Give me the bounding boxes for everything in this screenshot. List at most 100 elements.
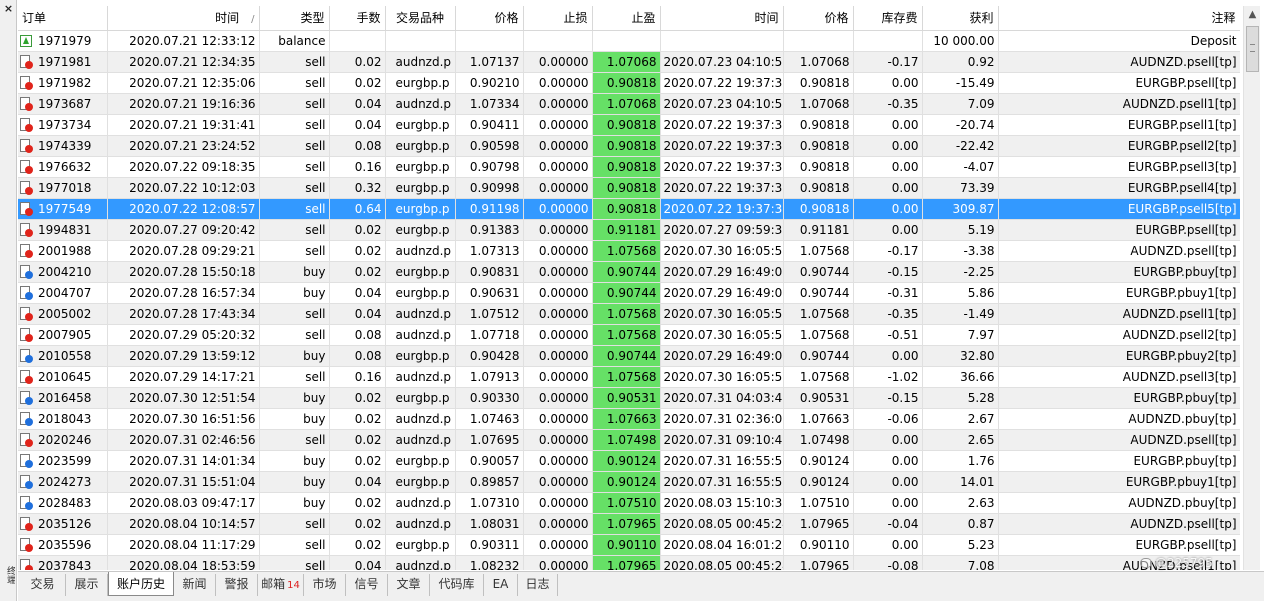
scroll-up-icon[interactable]: ▲ (1244, 6, 1261, 23)
tab-1[interactable]: 展示 (66, 574, 108, 596)
cell-text: 0.00000 (538, 264, 589, 279)
cell-text: 2005002 (38, 306, 92, 321)
cell-text: 7.09 (967, 96, 995, 111)
cell-text: -0.17 (887, 243, 919, 258)
table-row[interactable]: 2024273 2020.07.31 15:51:04 buy 0.04 eurgbp.… (18, 471, 1240, 493)
cell-text: 2020.07.21 19:31:41 (129, 117, 256, 132)
cell-text: 1971982 (38, 75, 92, 90)
tab-7[interactable]: 信号 (346, 574, 388, 596)
column-header-sl[interactable]: 止损 (523, 6, 593, 31)
column-header-close-price[interactable]: 价格 (783, 6, 854, 31)
tab-2[interactable]: 账户历史 (108, 572, 174, 596)
table-row[interactable]: 1994831 2020.07.27 09:20:42 sell 0.02 eurgbp… (18, 219, 1240, 241)
cell-sl: 0.00000 (523, 93, 593, 115)
column-header-tp[interactable]: 止盈 (592, 6, 661, 31)
table-row[interactable]: 2007905 2020.07.29 05:20:32 sell 0.08 audnzd… (18, 324, 1240, 346)
cell-text: sell (305, 201, 326, 216)
column-header-order[interactable]: 订单 (18, 6, 108, 31)
table-row[interactable]: 1977549 2020.07.22 12:08:57 sell 0.64 eurgbp… (18, 198, 1240, 220)
table-row[interactable]: 2005002 2020.07.28 17:43:34 sell 0.04 audnzd… (18, 303, 1240, 325)
column-header-open-price[interactable]: 价格 (455, 6, 524, 31)
column-header-symbol[interactable]: 交易品种 (385, 6, 456, 31)
cell-sl: 0.00000 (523, 534, 593, 556)
tab-4[interactable]: 警报 (216, 574, 258, 596)
table-row[interactable]: 2023599 2020.07.31 14:01:34 buy 0.02 eurgbp.… (18, 450, 1240, 472)
cell-text: 2020.08.05 00:45:24 (663, 516, 783, 531)
table-row[interactable]: 2001988 2020.07.28 09:29:21 sell 0.02 audnzd… (18, 240, 1240, 262)
table-row[interactable]: 2010645 2020.07.29 14:17:21 sell 0.16 audnzd… (18, 366, 1240, 388)
cell-text: EURGBP.pbuy[tp] (1133, 390, 1237, 405)
cell-text: 2020.07.29 16:49:01 (663, 285, 783, 300)
cell-text: 0.90831 (469, 264, 520, 279)
cell-text: 1.07965 (799, 558, 850, 571)
cell-text: -0.17 (887, 54, 919, 69)
tab-5[interactable]: 邮箱 14 (258, 574, 304, 596)
cell-open-time: 2020.07.31 15:51:04 (107, 471, 260, 493)
table-row[interactable]: 2035126 2020.08.04 10:14:57 sell 0.02 audnzd… (18, 513, 1240, 535)
tab-9[interactable]: 代码库 (430, 574, 484, 596)
cell-close-price: 1.07568 (783, 240, 854, 262)
cell-tp: 0.90744 (592, 345, 661, 367)
tab-10[interactable]: EA (484, 574, 518, 596)
tab-6[interactable]: 市场 (304, 574, 346, 596)
cell-text: AUDNZD.psell1[tp] (1122, 96, 1237, 111)
tab-8[interactable]: 文章 (388, 574, 430, 596)
table-row[interactable]: 2035596 2020.08.04 11:17:29 sell 0.02 eurgbp… (18, 534, 1240, 556)
cell-text: balance (278, 33, 326, 48)
cell-tp: 1.07068 (592, 51, 661, 73)
cell-open-price: 0.91198 (455, 198, 524, 220)
cell-text: eurgbp.p (395, 474, 450, 489)
cell-open-price: 1.07512 (455, 303, 524, 325)
table-row[interactable]: 1973687 2020.07.21 19:16:36 sell 0.04 audnzd… (18, 93, 1240, 115)
column-header-close-time[interactable]: 时间 (660, 6, 784, 31)
table-row[interactable]: 1971979 2020.07.21 12:33:12 balance 10 000.… (18, 30, 1240, 52)
cell-open-time: 2020.07.21 12:35:06 (107, 72, 260, 94)
column-header-comment[interactable]: 注释 (998, 6, 1240, 31)
cell-text: 2020.07.31 16:55:51 (663, 474, 783, 489)
cell-text: 1.07068 (606, 96, 657, 111)
cell-lots: 0.02 (329, 72, 386, 94)
table-row[interactable]: 2004210 2020.07.28 15:50:18 buy 0.02 eurgbp.… (18, 261, 1240, 283)
column-header-open-time[interactable]: 时间 / (107, 6, 260, 31)
cell-text: 0.02 (354, 264, 382, 279)
table-row[interactable]: 2010558 2020.07.29 13:59:12 buy 0.08 eurgbp.… (18, 345, 1240, 367)
tab-0[interactable]: 交易 (20, 574, 66, 596)
cell-close-time: 2020.07.23 04:10:51 (660, 93, 784, 115)
table-row[interactable]: 2018043 2020.07.30 16:51:56 buy 0.02 audnzd.… (18, 408, 1240, 430)
table-row[interactable]: 2020246 2020.07.31 02:46:56 sell 0.02 audnzd… (18, 429, 1240, 451)
table-row[interactable]: 1971982 2020.07.21 12:35:06 sell 0.02 eurgbp… (18, 72, 1240, 94)
table-row[interactable]: 1974339 2020.07.21 23:24:52 sell 0.08 eurgbp… (18, 135, 1240, 157)
cell-tp: 1.07068 (592, 93, 661, 115)
table-row[interactable]: 2016458 2020.07.30 12:51:54 buy 0.02 eurgbp.… (18, 387, 1240, 409)
cell-profit: 73.39 (922, 177, 999, 199)
cell-text: 0.16 (354, 159, 382, 174)
cell-open-price: 1.07463 (455, 408, 524, 430)
table-row[interactable]: 1971981 2020.07.21 12:34:35 sell 0.02 audnzd… (18, 51, 1240, 73)
table-row[interactable]: 1977018 2020.07.22 10:12:03 sell 0.32 eurgbp… (18, 177, 1240, 199)
column-header-type[interactable]: 类型 (259, 6, 330, 31)
vertical-scrollbar[interactable]: ▲ (1243, 6, 1260, 570)
cell-order: 2037843 (18, 555, 108, 570)
tab-3[interactable]: 新闻 (174, 574, 216, 596)
cell-text: 1.07568 (606, 369, 657, 384)
cell-text: 2020.07.31 16:55:51 (663, 453, 783, 468)
table-row[interactable]: 2037843 2020.08.04 18:53:59 sell 0.04 audnzd… (18, 555, 1240, 570)
tab-11[interactable]: 日志 (518, 574, 558, 596)
table-row[interactable]: 1973734 2020.07.21 19:31:41 sell 0.04 eurgbp… (18, 114, 1240, 136)
tab-label: 市场 (312, 577, 337, 591)
table-row[interactable]: 1976632 2020.07.22 09:18:35 sell 0.16 eurgbp… (18, 156, 1240, 178)
scroll-thumb[interactable] (1246, 26, 1259, 72)
cell-tp: 1.07568 (592, 324, 661, 346)
table-row[interactable]: 2004707 2020.07.28 16:57:34 buy 0.04 eurgbp.… (18, 282, 1240, 304)
cell-open-price: 1.07313 (455, 240, 524, 262)
cell-symbol: audnzd.p (385, 366, 456, 388)
column-header-profit[interactable]: 获利 (922, 6, 999, 31)
cell-type: sell (259, 324, 330, 346)
table-row[interactable]: 2028483 2020.08.03 09:47:17 buy 0.02 audnzd.… (18, 492, 1240, 514)
column-header-lots[interactable]: 手数 (329, 6, 386, 31)
column-header-swap[interactable]: 库存费 (853, 6, 923, 31)
cell-text: buy (303, 390, 326, 405)
cell-type: sell (259, 513, 330, 535)
close-icon[interactable]: × (2, 2, 15, 15)
cell-text: 0.90311 (469, 537, 520, 552)
